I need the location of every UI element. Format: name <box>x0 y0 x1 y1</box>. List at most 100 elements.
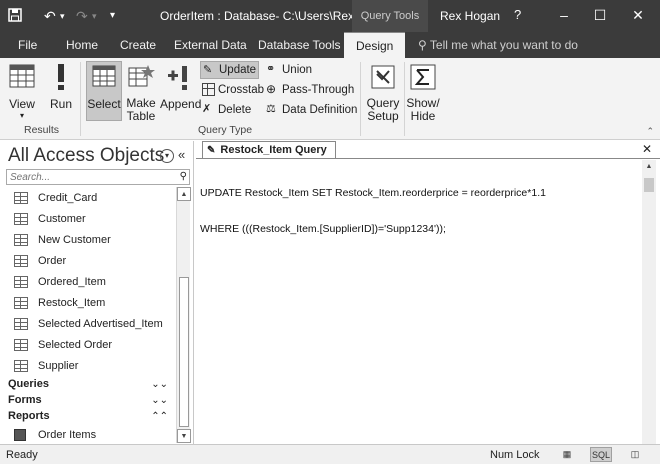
scroll-up-arrow-icon[interactable]: ▲ <box>642 160 656 174</box>
make-table-icon <box>128 65 155 87</box>
scroll-thumb[interactable] <box>644 178 654 192</box>
nav-group-forms[interactable]: Forms ⌄⌄ <box>6 392 176 408</box>
chevron-down-icon[interactable]: ▾ <box>160 149 174 163</box>
search-input[interactable] <box>7 170 167 184</box>
scroll-down-arrow-icon[interactable]: ▼ <box>177 429 191 443</box>
nav-group-reports[interactable]: Reports ⌃⌃ <box>6 408 176 424</box>
list-item[interactable]: Order Items <box>6 424 176 443</box>
close-document-button[interactable]: ✕ <box>642 142 652 156</box>
query-setup-label: Query Setup <box>366 96 400 123</box>
table-icon <box>14 296 28 309</box>
select-query-button[interactable]: Select <box>86 61 122 121</box>
list-item[interactable]: Customer <box>6 208 176 229</box>
undo-dropdown-icon[interactable]: ▾ <box>60 11 65 22</box>
crosstab-icon <box>202 83 215 96</box>
nav-scrollbar[interactable]: ▲ ▼ <box>176 187 191 443</box>
list-item[interactable]: Restock_Item <box>6 292 176 313</box>
close-window-button[interactable]: ✕ <box>626 4 650 26</box>
table-name: Customer <box>38 212 86 225</box>
report-icon <box>14 428 26 441</box>
union-label: Union <box>282 63 313 76</box>
data-definition-button[interactable]: ⚖ Data Definition <box>266 103 357 116</box>
tab-file[interactable]: File <box>18 38 37 52</box>
status-text: Ready <box>6 449 38 461</box>
save-icon[interactable] <box>8 8 22 25</box>
table-icon <box>14 254 28 267</box>
tell-me-search[interactable]: ⚲ Tell me what you want to do <box>418 38 578 52</box>
append-icon <box>168 66 187 90</box>
restore-button[interactable]: ☐ <box>588 4 612 26</box>
list-item[interactable]: Selected Advertised_Item <box>6 313 176 334</box>
table-name: New Customer <box>38 233 111 246</box>
access-window: ↶ ▾ ↷ ▾ ▾ OrderItem : Database- C:\Users… <box>0 0 660 464</box>
tab-create[interactable]: Create <box>120 38 156 52</box>
list-item[interactable]: Order <box>6 250 176 271</box>
append-button[interactable]: Append <box>160 62 202 124</box>
group-label: Forms <box>8 394 42 406</box>
design-view-icon[interactable]: ◫ <box>624 447 646 462</box>
table-name: Credit_Card <box>38 191 98 204</box>
list-item[interactable]: New Customer <box>6 229 176 250</box>
collapse-ribbon-icon[interactable]: ⌃ <box>646 126 654 137</box>
title-bar: ↶ ▾ ↷ ▾ ▾ OrderItem : Database- C:\Users… <box>0 0 660 32</box>
table-name: Supplier <box>38 359 79 372</box>
scroll-thumb[interactable] <box>179 277 189 427</box>
table-icon <box>14 359 28 372</box>
double-chevron-down-icon: ⌄⌄ <box>151 394 168 406</box>
globe-icon: ⊕ <box>266 82 277 96</box>
double-chevron-down-icon: ⌄⌄ <box>151 378 168 390</box>
scroll-up-arrow-icon[interactable]: ▲ <box>177 187 191 201</box>
list-item[interactable]: Supplier <box>6 355 176 376</box>
minimize-button[interactable]: – <box>552 4 576 26</box>
undo-icon[interactable]: ↶ <box>44 8 56 25</box>
union-button[interactable]: ⚭ Union <box>266 63 312 76</box>
table-icon <box>14 191 28 204</box>
tab-home[interactable]: Home <box>66 38 98 52</box>
sql-editor[interactable]: UPDATE Restock_Item SET Restock_Item.reo… <box>200 163 640 259</box>
table-icon <box>14 233 28 246</box>
sql-view-button[interactable]: SQL <box>590 447 612 462</box>
report-name: Order Items <box>38 428 97 441</box>
make-table-button[interactable]: Make Table <box>124 62 158 124</box>
nav-pane-title[interactable]: All Access Objects <box>8 145 164 167</box>
view-dropdown-icon: ▾ <box>19 111 24 120</box>
shutter-bar-close-button[interactable]: « <box>178 147 185 162</box>
append-label: Append <box>160 97 202 111</box>
customize-toolbar-icon[interactable]: ▾ <box>110 10 115 21</box>
datasheet-view-icon[interactable]: ▦ <box>556 447 578 462</box>
tab-design[interactable]: Design <box>344 32 406 58</box>
show-hide-button[interactable]: Show/ Hide <box>406 62 440 124</box>
select-query-icon <box>92 65 116 87</box>
tab-restock-item-query[interactable]: ✎ Restock_Item Query <box>202 141 336 158</box>
redo-icon[interactable]: ↷ <box>76 8 88 25</box>
query-tools-context-label: Query Tools <box>352 0 428 32</box>
view-button[interactable]: View ▾ <box>6 62 38 124</box>
crosstab-label: Crosstab <box>218 83 265 96</box>
list-item[interactable]: Ordered_Item <box>6 271 176 292</box>
tab-database-tools[interactable]: Database Tools <box>258 38 341 52</box>
user-name[interactable]: Rex Hogan <box>440 9 500 23</box>
table-name: Restock_Item <box>38 296 106 309</box>
tab-external-data[interactable]: External Data <box>174 38 247 52</box>
list-item[interactable]: Selected Order <box>6 334 176 355</box>
run-button[interactable]: Run <box>46 62 76 124</box>
table-icon <box>14 212 28 225</box>
redo-dropdown-icon[interactable]: ▾ <box>92 11 97 22</box>
update-label: Update <box>219 64 257 76</box>
sql-line: WHERE (((Restock_Item.[SupplierID])='Sup… <box>200 223 446 235</box>
run-label: Run <box>49 97 72 111</box>
pass-through-button[interactable]: ⊕ Pass-Through <box>266 83 354 96</box>
list-item[interactable]: Credit_Card <box>6 187 176 208</box>
delete-button[interactable]: ✗ Delete <box>202 103 251 116</box>
update-button[interactable]: ✎ Update <box>200 61 260 79</box>
editor-scrollbar[interactable]: ▲ <box>642 160 656 444</box>
nav-group-queries[interactable]: Queries ⌄⌄ <box>6 376 176 392</box>
lightbulb-icon: ⚲ <box>418 38 430 52</box>
exclamation-icon <box>58 64 64 90</box>
nav-search-box[interactable]: ⚲ <box>6 169 190 185</box>
crosstab-button[interactable]: Crosstab <box>202 83 264 96</box>
make-table-label: Make Table <box>126 96 156 123</box>
help-button[interactable]: ? <box>514 7 521 22</box>
query-setup-button[interactable]: Query Setup <box>364 62 402 124</box>
tab-underline <box>196 158 660 159</box>
